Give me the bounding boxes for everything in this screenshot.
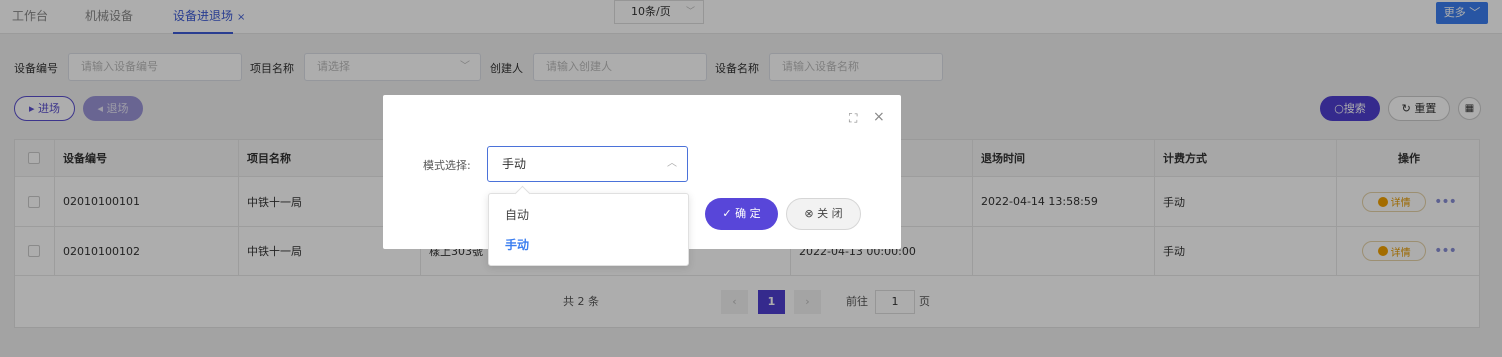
close-button[interactable]: ⊗ 关 闭 [786, 198, 861, 230]
fullscreen-icon[interactable]: ⛶ [849, 111, 857, 126]
mode-dropdown: 自动 手动 [488, 193, 689, 266]
mode-select-value: 手动 [502, 157, 527, 171]
close-icon[interactable]: × [873, 109, 885, 125]
check-icon: ✓ [722, 207, 736, 220]
option-manual[interactable]: 手动 [505, 236, 529, 253]
chevron-up-icon: ︿ [667, 158, 677, 169]
mode-label: 模式选择: [423, 159, 471, 172]
close-circle-icon: ⊗ [804, 207, 818, 220]
close-label: 关 闭 [817, 207, 843, 220]
confirm-button[interactable]: ✓ 确 定 [705, 198, 778, 230]
mode-select[interactable]: 手动 ︿ [487, 146, 688, 182]
option-auto[interactable]: 自动 [505, 206, 529, 223]
confirm-label: 确 定 [735, 207, 761, 220]
